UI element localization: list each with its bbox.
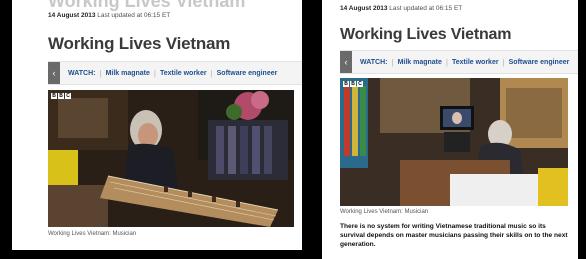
video-still-musician-zither [48,90,294,227]
watch-bar: ‹ WATCH: | Milk magnate | Textile worker… [48,61,302,85]
watch-label: WATCH: [68,69,96,77]
dateline: 14 August 2013 Last updated at 06:15 ET [48,12,170,19]
watch-link-textile-worker[interactable]: Textile worker [452,59,499,66]
divider: | [210,68,213,78]
date: 14 August 2013 [340,5,388,12]
watch-link-textile-worker[interactable]: Textile worker [160,70,207,77]
divider: | [445,57,448,67]
watch-link-software-engineer[interactable]: Software engineer [217,70,278,77]
page-title: Working Lives Vietnam [48,34,231,53]
watch-link-software-engineer[interactable]: Software engineer [509,59,570,66]
video-caption: Working Lives Vietnam: Musician [340,209,429,215]
watch-link-milk-magnate[interactable]: Milk magnate [398,59,442,66]
left-article-panel: Working Lives Vietnam 14 August 2013 Las… [12,0,302,250]
watch-bar: ‹ WATCH: | Milk magnate | Textile worker… [340,50,578,74]
chevron-left-icon[interactable]: ‹ [340,51,352,73]
divider: | [153,68,156,78]
video-player[interactable]: B B C [340,78,568,206]
date: 14 August 2013 [48,12,96,19]
last-updated: Last updated at 06:15 ET [389,5,463,12]
last-updated: Last updated at 06:15 ET [97,12,171,19]
bbc-logo: B B C [51,93,71,99]
dateline: 14 August 2013 Last updated at 06:15 ET [340,5,462,12]
faded-previous-headline: Working Lives Vietnam [48,0,246,11]
page-title: Working Lives Vietnam [340,26,512,43]
article-summary: There is no system for writing Vietnames… [340,223,568,249]
video-caption: Working Lives Vietnam: Musician [48,231,137,237]
video-player[interactable]: B B C [48,90,294,227]
divider: | [391,57,394,67]
chevron-left-icon[interactable]: ‹ [48,62,60,84]
watch-label: WATCH: [360,58,388,66]
video-still-musician-monitor [340,78,568,206]
watch-link-milk-magnate[interactable]: Milk magnate [106,70,150,77]
bbc-logo: B B C [343,81,363,87]
divider: | [502,57,505,67]
divider: | [99,68,102,78]
right-article-panel: 14 August 2013 Last updated at 06:15 ET … [322,0,578,259]
